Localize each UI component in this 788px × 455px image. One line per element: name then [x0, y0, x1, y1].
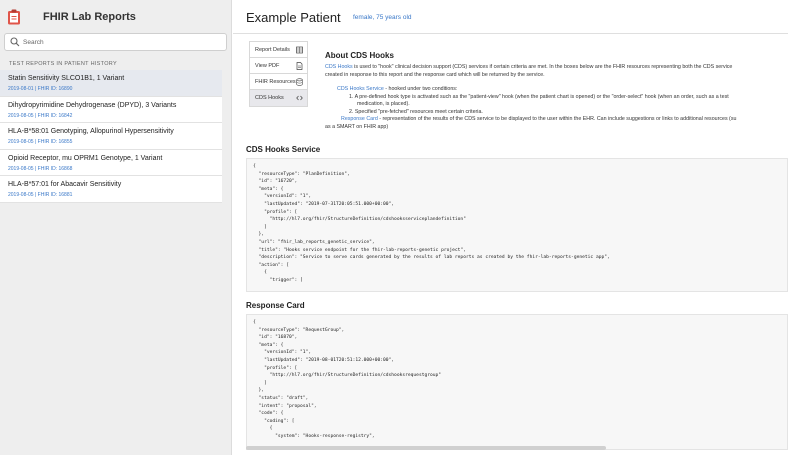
- condition-item: 1. A pre-defined hook type is activated …: [349, 93, 729, 100]
- document-icon: [296, 62, 303, 70]
- sidebar: FHIR Lab Reports TEST REPORTS IN PATIENT…: [0, 0, 232, 455]
- cds-description: CDS Hooks is used to "hook" clinical dec…: [325, 63, 788, 79]
- tab-cds-hooks[interactable]: CDS Hooks: [250, 90, 307, 106]
- tab-report-details[interactable]: Report Details: [250, 42, 307, 58]
- report-name: Opioid Receptor, mu OPRM1 Genotype, 1 Va…: [8, 154, 163, 162]
- service-code-block[interactable]: { "resourceType": "PlanDefinition", "id"…: [246, 158, 788, 292]
- report-meta: 2019-08-05 | FHIR ID: 16855: [8, 139, 73, 145]
- search-input[interactable]: [23, 36, 223, 49]
- report-item[interactable]: HLA-B*57:01 for Abacavir Sensitivity 201…: [0, 176, 222, 203]
- cds-service-details: CDS Hooks Service - hooked under two con…: [337, 86, 788, 116]
- report-meta: 2019-08-05 | FHIR ID: 16868: [8, 165, 73, 172]
- report-meta: 2019-08-01 | FHIR ID: 16890: [8, 86, 73, 92]
- tab-fhir-resources[interactable]: FHIR Resources: [250, 74, 307, 90]
- tab-nav: Report Details View PDF FHIR Resources C…: [249, 41, 308, 107]
- search-box[interactable]: [4, 33, 227, 51]
- report-name: Statin Sensitivity SLCO1B1, 1 Variant: [8, 75, 125, 82]
- report-item[interactable]: Opioid Receptor, mu OPRM1 Genotype, 1 Va…: [0, 149, 222, 176]
- patient-name: Example Patient: [246, 10, 341, 25]
- tab-label: CDS Hooks: [255, 95, 284, 101]
- service-desc-text: - hooked under two conditions:: [383, 86, 458, 92]
- response-card-details: Response Card - representation of the re…: [325, 116, 772, 132]
- report-name: HLA-B*57:01 for Abacavir Sensitivity: [8, 181, 122, 188]
- report-name: HLA-B*58:01 Genotyping, Allopurinol Hype…: [8, 128, 174, 135]
- response-json: { "resourceType": "RequestGroup", "id": …: [253, 320, 442, 439]
- report-name: Dihydropyrimidine Dehydrogenase (DPYD), …: [8, 101, 177, 109]
- report-item[interactable]: Statin Sensitivity SLCO1B1, 1 Variant 20…: [0, 70, 222, 97]
- app-title: FHIR Lab Reports: [43, 11, 136, 23]
- response-card-link[interactable]: Response Card: [341, 116, 378, 122]
- tab-label: Report Details: [255, 47, 290, 53]
- cds-about-title: About CDS Hooks: [325, 51, 394, 60]
- cds-hooks-link[interactable]: CDS Hooks: [325, 64, 353, 70]
- patient-info: female, 75 years old: [353, 14, 412, 21]
- report-item[interactable]: Dihydropyrimidine Dehydrogenase (DPYD), …: [0, 96, 222, 123]
- cds-desc-text: created in response to this report and t…: [325, 72, 545, 78]
- table-icon: [296, 46, 303, 54]
- database-icon: [296, 78, 303, 86]
- condition-item: 2. Specified "pre-fetched" resources mee…: [349, 108, 483, 115]
- response-card-title: Response Card: [246, 301, 305, 310]
- report-list-header: TEST REPORTS IN PATIENT HISTORY: [9, 61, 117, 67]
- report-meta: 2019-08-05 | FHIR ID: 16881: [8, 192, 73, 198]
- tab-view-pdf[interactable]: View PDF: [250, 58, 307, 74]
- report-meta: 2019-08-05 | FHIR ID: 16842: [8, 112, 73, 119]
- report-list: Statin Sensitivity SLCO1B1, 1 Variant 20…: [0, 70, 222, 203]
- code-icon: [296, 95, 303, 101]
- clipboard-icon: [8, 9, 20, 25]
- cds-hooks-service-title: CDS Hooks Service: [246, 145, 321, 154]
- report-item[interactable]: HLA-B*58:01 Genotyping, Allopurinol Hype…: [0, 123, 222, 150]
- patient-header: Example Patient female, 75 years old: [233, 0, 788, 34]
- search-icon: [10, 37, 20, 47]
- condition-item-continued: medication, is placed).: [357, 101, 410, 107]
- horizontal-scrollbar[interactable]: [246, 446, 606, 450]
- response-code-block[interactable]: { "resourceType": "RequestGroup", "id": …: [246, 314, 788, 450]
- response-desc-text: as a SMART on FHIR app): [325, 123, 389, 130]
- tab-label: FHIR Resources: [255, 79, 296, 85]
- response-desc-text: - representation of the results of the C…: [377, 116, 737, 122]
- app-header: FHIR Lab Reports: [0, 0, 232, 30]
- cds-desc-text: is used to "hook" clinical decision supp…: [352, 64, 733, 70]
- tab-label: View PDF: [255, 63, 280, 69]
- service-json: { "resourceType": "PlanDefinition", "id"…: [253, 164, 610, 283]
- cds-hooks-service-link[interactable]: CDS Hooks Service: [337, 86, 384, 92]
- main-panel: Example Patient female, 75 years old Rep…: [233, 0, 788, 455]
